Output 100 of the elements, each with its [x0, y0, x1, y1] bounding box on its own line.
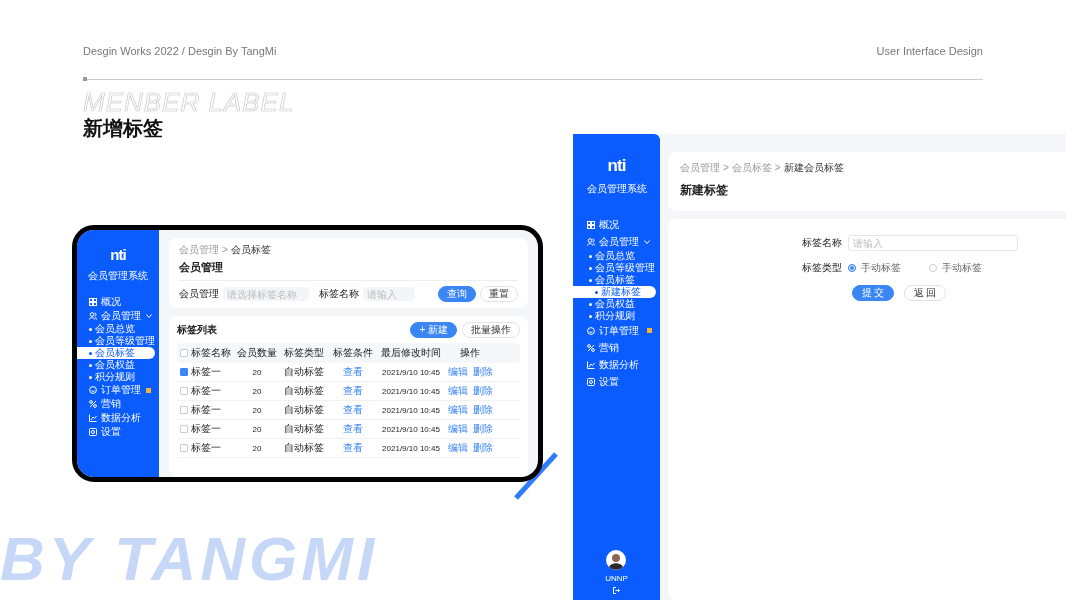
settings-icon: [587, 377, 595, 386]
user-name: UNNP: [605, 574, 628, 583]
nav-item[interactable]: 订单管理: [77, 383, 155, 397]
checkbox[interactable]: [180, 387, 188, 395]
nav-item[interactable]: 概况: [573, 216, 656, 233]
nav-item[interactable]: 订单管理: [573, 322, 656, 339]
nav-item[interactable]: 会员管理: [77, 309, 155, 323]
checkbox[interactable]: [180, 368, 188, 376]
table-cell-text: 自动标签: [283, 384, 325, 398]
reset-button[interactable]: 重置: [480, 286, 518, 302]
submenu-item[interactable]: 积分规则: [573, 310, 656, 322]
page-title: 会员管理: [179, 260, 224, 275]
header-caption: Desgin Works 2022 / Desgin By TangMi: [83, 45, 277, 57]
table-cell-text: 标签一: [191, 422, 222, 436]
breadcrumb-item[interactable]: 会员标签: [731, 162, 772, 174]
table-cell-text: 自动标签: [283, 365, 325, 379]
submenu-item[interactable]: 会员权益: [77, 359, 155, 371]
checkbox[interactable]: [180, 349, 188, 357]
nav-item[interactable]: 设置: [573, 373, 656, 390]
action-link[interactable]: 删除: [472, 403, 493, 417]
column-header: 标签类型: [283, 346, 325, 360]
checkbox[interactable]: [180, 406, 188, 414]
submenu-item[interactable]: 会员标签: [77, 347, 155, 359]
view-link[interactable]: 查看: [343, 366, 363, 377]
column-header: 操作: [459, 346, 481, 360]
table-cell-text: 2021/9/10 10:45: [381, 443, 441, 453]
batch-button[interactable]: 批量操作: [462, 322, 520, 338]
view-link[interactable]: 查看: [343, 423, 363, 434]
bullet-icon: [89, 351, 92, 355]
grid-icon: [89, 298, 97, 306]
system-name: 会员管理系统: [88, 269, 148, 283]
submenu-item[interactable]: 会员等级管理: [573, 262, 656, 274]
circle-icon: [89, 386, 97, 394]
submit-button[interactable]: 提 交: [852, 285, 894, 301]
table-cell-text: 自动标签: [283, 422, 325, 436]
table-cell-text: 标签一: [191, 403, 222, 417]
bullet-icon: [89, 327, 92, 331]
nav-item[interactable]: 数据分析: [573, 356, 656, 373]
column-header: 会员数量: [236, 346, 278, 360]
bullet-icon: [589, 302, 592, 306]
accent-stroke: [514, 452, 558, 500]
chart-icon: [89, 414, 97, 422]
column-header: 标签条件: [332, 346, 374, 360]
nav-item[interactable]: 会员管理: [573, 233, 656, 250]
nav-item[interactable]: 营销: [77, 397, 155, 411]
bullet-icon: [589, 254, 592, 258]
table-cell-text: 2021/9/10 10:45: [381, 424, 441, 434]
back-button[interactable]: 返 回: [904, 285, 946, 301]
view-link[interactable]: 查看: [343, 385, 363, 396]
breadcrumb-item: 新建会员标签: [783, 162, 844, 174]
submenu-item[interactable]: 积分规则: [77, 371, 155, 383]
search-button[interactable]: 查询: [438, 286, 476, 302]
breadcrumb-separator: >: [774, 162, 781, 174]
action-link[interactable]: 编辑: [447, 441, 468, 455]
radio-option[interactable]: 手动标签: [848, 261, 901, 275]
checkbox[interactable]: [180, 425, 188, 433]
radio-option[interactable]: 手动标签: [929, 261, 982, 275]
page-title: 新建标签: [680, 182, 729, 199]
view-link[interactable]: 查看: [343, 404, 363, 415]
people-icon: [89, 312, 97, 320]
submenu-item[interactable]: 会员权益: [573, 298, 656, 310]
filter-label: 会员管理: [179, 287, 219, 301]
action-link[interactable]: 编辑: [447, 365, 468, 379]
checkbox[interactable]: [180, 444, 188, 452]
people-icon: [587, 237, 595, 246]
bullet-icon: [589, 266, 592, 270]
nav-item[interactable]: 概况: [77, 295, 155, 309]
bullet-icon: [595, 290, 598, 294]
action-link[interactable]: 编辑: [447, 422, 468, 436]
submenu-item[interactable]: 会员等级管理: [77, 335, 155, 347]
header-caption: User Interface Design: [876, 45, 983, 57]
action-link[interactable]: 删除: [472, 384, 493, 398]
breadcrumb-item: 会员标签: [230, 244, 271, 256]
breadcrumb-separator: >: [222, 244, 228, 256]
submenu-item[interactable]: 会员标签: [573, 274, 656, 286]
percent-icon: [89, 400, 97, 408]
view-link[interactable]: 查看: [343, 442, 363, 453]
breadcrumb-item[interactable]: 会员管理: [680, 162, 720, 174]
action-link[interactable]: 删除: [472, 422, 493, 436]
table-cell-text: 标签一: [191, 441, 222, 455]
table-cell-text: 2021/9/10 10:45: [381, 367, 441, 377]
bullet-icon: [89, 363, 92, 367]
settings-icon: [89, 428, 97, 436]
action-link[interactable]: 删除: [472, 365, 493, 379]
new-button[interactable]: + 新建: [410, 322, 457, 338]
chart-icon: [587, 360, 595, 369]
action-link[interactable]: 编辑: [447, 403, 468, 417]
nav-item[interactable]: 设置: [77, 425, 155, 439]
submenu-item[interactable]: 会员总览: [573, 250, 656, 262]
avatar-icon: [606, 550, 627, 570]
nav-item[interactable]: 营销: [573, 339, 656, 356]
breadcrumb-item[interactable]: 会员管理: [179, 244, 219, 256]
submenu-item[interactable]: 会员总览: [77, 323, 155, 335]
name-field[interactable]: 请输入: [848, 235, 1018, 251]
action-link[interactable]: 删除: [472, 441, 493, 455]
breadcrumb-separator: >: [723, 162, 729, 174]
submenu-item[interactable]: 新建标签: [573, 286, 656, 298]
logout-icon[interactable]: [613, 587, 620, 594]
action-link[interactable]: 编辑: [447, 384, 468, 398]
nav-item[interactable]: 数据分析: [77, 411, 155, 425]
